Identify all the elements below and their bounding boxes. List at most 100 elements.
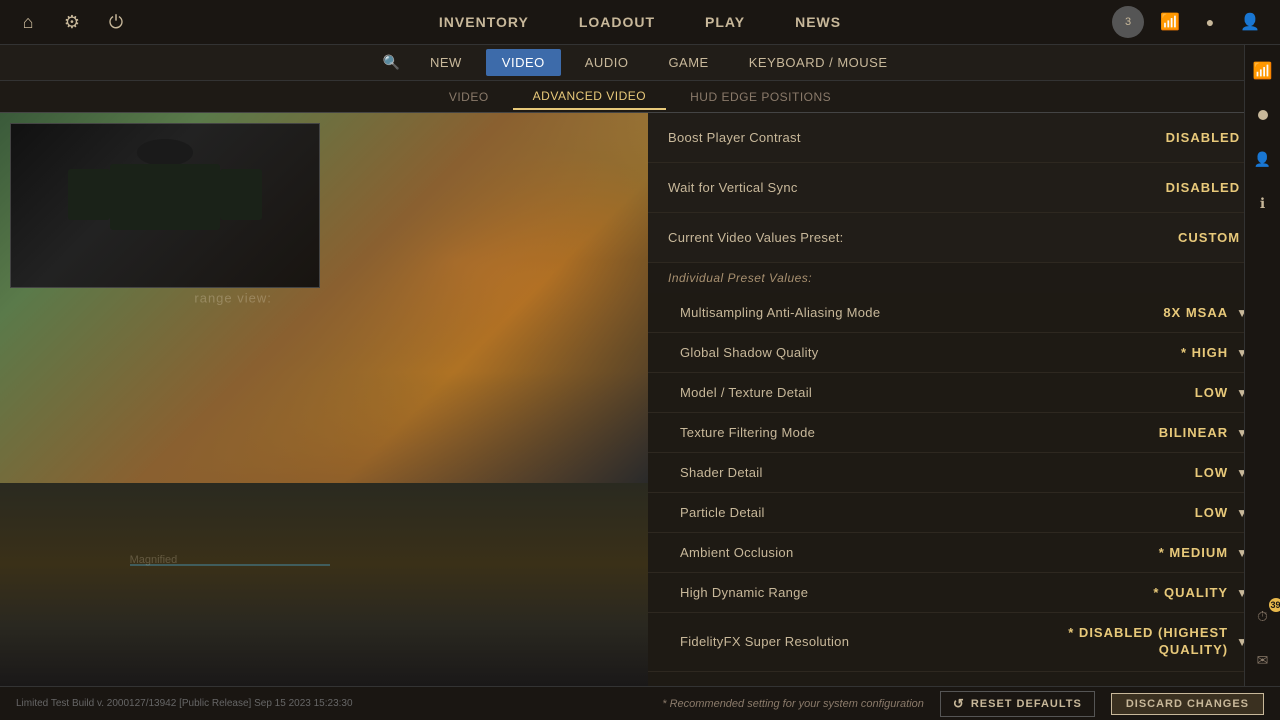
setting-texture-filtering[interactable]: Texture Filtering Mode BILINEAR ▼ — [648, 413, 1280, 453]
texture-filtering-value-container[interactable]: BILINEAR ▼ — [1159, 425, 1248, 440]
reset-defaults-button[interactable]: ↺ RESET DEFAULTS — [940, 691, 1095, 717]
setting-high-dynamic-range[interactable]: High Dynamic Range * QUALITY ▼ — [648, 573, 1280, 613]
game-screenshot-bottom: Magnified — [0, 483, 648, 686]
sidebar-profile-icon[interactable]: 👤 — [1249, 145, 1277, 173]
setting-nvidia-reflex[interactable]: NVIDIA Reflex Low Latency DISABLED ▼ — [648, 672, 1280, 686]
shader-detail-value: LOW — [1195, 465, 1228, 480]
home-icon[interactable]: ⌂ — [16, 10, 40, 34]
sidebar-circle-icon[interactable] — [1249, 101, 1277, 129]
settings-panel: Boost Player Contrast DISABLED ▼ Wait fo… — [648, 113, 1280, 686]
settings-list: Boost Player Contrast DISABLED ▼ Wait fo… — [648, 113, 1280, 686]
texture-filtering-value: BILINEAR — [1159, 425, 1228, 440]
profile-top-icon[interactable]: 👤 — [1236, 8, 1264, 36]
settings-icon[interactable]: ⚙ — [60, 10, 84, 34]
game-screenshot-top: range view: — [0, 113, 648, 483]
sec-nav-audio[interactable]: AUDIO — [569, 49, 645, 76]
high-dynamic-range-label: High Dynamic Range — [680, 585, 808, 600]
player-overlay — [10, 123, 320, 288]
setting-shadow-quality[interactable]: Global Shadow Quality * HIGH ▼ — [648, 333, 1280, 373]
tab-hud-edge-positions[interactable]: HUD EDGE POSITIONS — [670, 85, 851, 109]
ambient-occlusion-value: * MEDIUM — [1159, 545, 1228, 560]
player-arm-left — [68, 169, 110, 220]
setting-shader-detail[interactable]: Shader Detail LOW ▼ — [648, 453, 1280, 493]
player-body — [110, 164, 221, 230]
nav-news[interactable]: NEWS — [795, 14, 841, 30]
msaa-value: 8X MSAA — [1163, 305, 1228, 320]
bottom-right: * Recommended setting for your system co… — [662, 691, 1264, 717]
setting-fidelityfx[interactable]: FidelityFX Super Resolution * DISABLED (… — [648, 613, 1280, 672]
search-icon[interactable]: 🔍 — [377, 48, 406, 77]
bottom-scene-bg — [0, 483, 648, 686]
sidebar-info-icon[interactable]: ℹ — [1249, 189, 1277, 217]
sidebar-mail-icon[interactable]: ✉ — [1249, 646, 1277, 674]
top-nav-right: 3 📶 ● 👤 — [1112, 6, 1264, 38]
setting-model-texture[interactable]: Model / Texture Detail LOW ▼ — [648, 373, 1280, 413]
power-icon[interactable]: ⏻ — [104, 10, 128, 34]
tab-video[interactable]: VIDEO — [429, 85, 509, 109]
model-texture-value-container[interactable]: LOW ▼ — [1195, 385, 1248, 400]
sec-nav-game[interactable]: GAME — [652, 49, 724, 76]
high-dynamic-range-value-container[interactable]: * QUALITY ▼ — [1153, 585, 1248, 600]
sidebar-wifi-icon[interactable]: 📶 — [1249, 57, 1277, 85]
setting-particle-detail[interactable]: Particle Detail LOW ▼ — [648, 493, 1280, 533]
player-figure-container — [26, 132, 303, 279]
nav-loadout[interactable]: LOADOUT — [579, 14, 655, 30]
sec-nav-keyboard-mouse[interactable]: KEYBOARD / MOUSE — [733, 49, 904, 76]
fidelityfx-value-container[interactable]: * DISABLED (HIGHEST QUALITY) ▼ — [1028, 625, 1248, 659]
ambient-occlusion-value-container[interactable]: * MEDIUM ▼ — [1159, 545, 1248, 560]
bottom-bar: Limited Test Build v. 2000127/13942 [Pub… — [0, 686, 1280, 720]
wait-vertical-sync-text: DISABLED — [1166, 180, 1240, 195]
reset-icon: ↺ — [953, 696, 965, 712]
particle-detail-value-container[interactable]: LOW ▼ — [1195, 505, 1248, 520]
right-sidebar: 📶 👤 ℹ ⏱ 39 ✉ — [1244, 45, 1280, 686]
top-nav-bar: ⌂ ⚙ ⏻ INVENTORY LOADOUT PLAY NEWS 3 📶 ● … — [0, 0, 1280, 45]
player-scene — [11, 124, 319, 287]
main-content: range view: Magnified Magnification Mode… — [0, 113, 1280, 686]
shadow-quality-value: * HIGH — [1181, 345, 1228, 360]
particle-detail-value: LOW — [1195, 505, 1228, 520]
shader-detail-value-container[interactable]: LOW ▼ — [1195, 465, 1248, 480]
ambient-occlusion-label: Ambient Occlusion — [680, 545, 793, 560]
texture-filtering-label: Texture Filtering Mode — [680, 425, 815, 440]
discard-changes-button[interactable]: DISCARD CHANGES — [1111, 693, 1264, 715]
range-view-label: range view: — [194, 291, 271, 306]
shadow-quality-value-container[interactable]: * HIGH ▼ — [1181, 345, 1248, 360]
setting-msaa[interactable]: Multisampling Anti-Aliasing Mode 8X MSAA… — [648, 293, 1280, 333]
shadow-quality-label: Global Shadow Quality — [680, 345, 819, 360]
setting-video-preset[interactable]: Current Video Values Preset: CUSTOM ▼ — [648, 213, 1280, 263]
timer-badge: 39 — [1269, 598, 1280, 612]
tab-advanced-video[interactable]: ADVANCED VIDEO — [513, 84, 666, 110]
magnified-label: Magnified — [130, 554, 178, 566]
setting-ambient-occlusion[interactable]: Ambient Occlusion * MEDIUM ▼ — [648, 533, 1280, 573]
player-head — [137, 139, 192, 165]
player-arm-right — [220, 169, 262, 220]
fidelityfx-value: * DISABLED (HIGHEST QUALITY) — [1028, 625, 1228, 659]
setting-boost-player-contrast[interactable]: Boost Player Contrast DISABLED ▼ — [648, 113, 1280, 163]
nav-play[interactable]: PLAY — [705, 14, 745, 30]
sec-nav-new[interactable]: NEW — [414, 49, 478, 76]
top-nav-menu: INVENTORY LOADOUT PLAY NEWS — [439, 14, 841, 30]
sidebar-timer-icon[interactable]: ⏱ 39 — [1249, 602, 1277, 630]
avatar[interactable]: 3 — [1112, 6, 1144, 38]
msaa-value-container[interactable]: 8X MSAA ▼ — [1163, 305, 1248, 320]
fidelityfx-label: FidelityFX Super Resolution — [680, 634, 849, 649]
secondary-nav: 🔍 NEW VIDEO AUDIO GAME KEYBOARD / MOUSE — [0, 45, 1280, 81]
top-nav-left-icons: ⌂ ⚙ ⏻ — [16, 10, 128, 34]
particle-detail-label: Particle Detail — [680, 505, 765, 520]
recommended-note: * Recommended setting for your system co… — [662, 698, 924, 710]
individual-preset-header: Individual Preset Values: — [648, 263, 1280, 293]
boost-player-contrast-label: Boost Player Contrast — [668, 130, 801, 145]
wait-vertical-sync-label: Wait for Vertical Sync — [668, 180, 798, 195]
sec-nav-video[interactable]: VIDEO — [486, 49, 561, 76]
nav-inventory[interactable]: INVENTORY — [439, 14, 529, 30]
screenshot-bg: range view: — [0, 113, 648, 483]
shader-detail-label: Shader Detail — [680, 465, 763, 480]
build-status-text: Limited Test Build v. 2000127/13942 [Pub… — [16, 698, 353, 709]
player-bg — [11, 124, 319, 287]
circle-top-icon[interactable]: ● — [1196, 8, 1224, 36]
setting-wait-vertical-sync[interactable]: Wait for Vertical Sync DISABLED ▼ — [648, 163, 1280, 213]
model-texture-value: LOW — [1195, 385, 1228, 400]
video-preset-label: Current Video Values Preset: — [668, 230, 844, 245]
wifi-top-icon[interactable]: 📶 — [1156, 8, 1184, 36]
model-texture-label: Model / Texture Detail — [680, 385, 812, 400]
